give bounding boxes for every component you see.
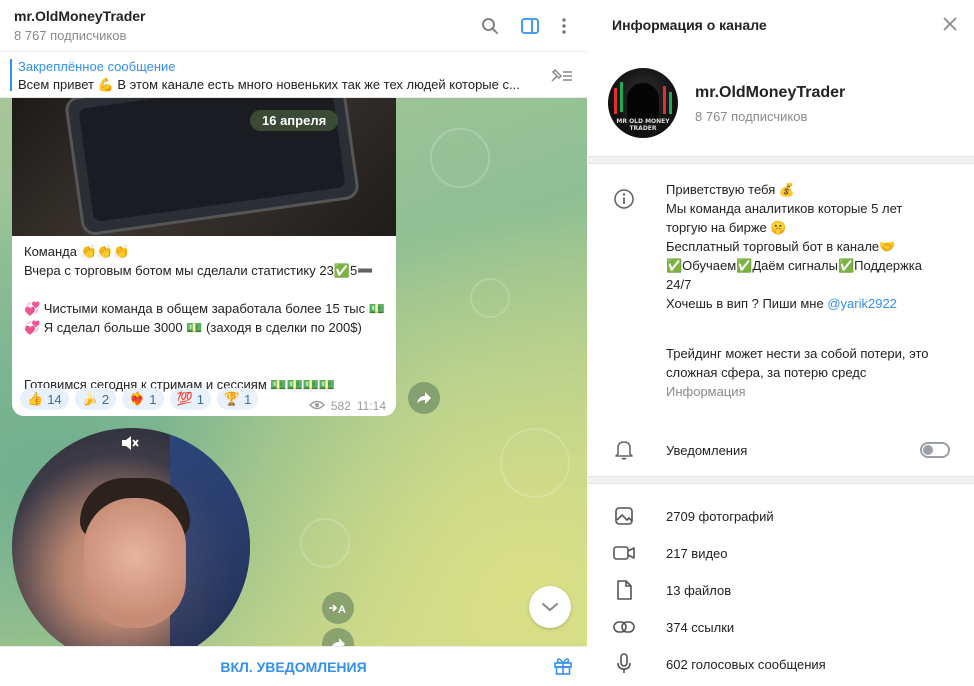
scroll-down-button[interactable] xyxy=(529,586,571,628)
pinned-indicator xyxy=(10,59,12,91)
message-line: 💞 Я сделал больше 3000 💵 (заходя в сделк… xyxy=(24,320,362,335)
chat-pane: mr.OldMoneyTrader 8 767 подписчиков Закр… xyxy=(0,0,587,686)
notifications-toggle[interactable] xyxy=(920,442,950,458)
message-line: Команда 👏👏👏 xyxy=(24,244,130,259)
media-videos-row[interactable]: 217 видео xyxy=(588,534,974,571)
media-files-label: 13 файлов xyxy=(666,583,732,598)
description-line: Трейдинг может нести за собой потери, эт… xyxy=(666,346,929,361)
svg-text:A: A xyxy=(338,604,346,614)
message-meta: 582 11:14 xyxy=(308,399,386,413)
chat-header[interactable]: mr.OldMoneyTrader 8 767 подписчиков xyxy=(0,0,587,52)
description-line: Приветствую тебя 💰 xyxy=(666,182,796,197)
description-line: 24/7 xyxy=(666,277,692,292)
message-text: Команда 👏👏👏 Вчера с торговым ботом мы сд… xyxy=(24,242,389,394)
media-photos-label: 2709 фотографий xyxy=(666,509,774,524)
reaction[interactable]: 🍌 2 xyxy=(74,388,117,410)
media-files-row[interactable]: 13 файлов xyxy=(588,571,974,608)
photo-icon xyxy=(612,504,636,528)
message-line xyxy=(24,337,389,356)
close-icon[interactable] xyxy=(940,14,960,37)
info-header: Информация о канале xyxy=(588,0,974,50)
link-icon xyxy=(612,615,636,639)
media-links-row[interactable]: 374 ссылки xyxy=(588,608,974,645)
description-caption: Информация xyxy=(666,384,746,399)
media-voice-row[interactable]: 602 голосовых сообщения xyxy=(588,645,974,682)
info-title: Информация о канале xyxy=(612,17,767,33)
channel-info-pane: Информация о канале MR OLD MONEY TRADER … xyxy=(588,0,974,686)
sidebar-toggle-icon[interactable] xyxy=(518,14,542,38)
video-forward-button[interactable] xyxy=(322,628,354,646)
vip-contact-link[interactable]: @yarik2922 xyxy=(827,296,897,311)
pinned-list-icon[interactable] xyxy=(549,66,573,87)
date-pill: 16 апреля xyxy=(250,110,339,131)
description-line: Бесплатный торговый бот в канале🤝 xyxy=(666,239,896,254)
avatar-text: MR OLD MONEY TRADER xyxy=(616,118,670,132)
forward-button[interactable] xyxy=(408,382,440,414)
description-line: Хочешь в вип ? Пиши мне @yarik2922 xyxy=(666,296,897,311)
channel-name: mr.OldMoneyTrader xyxy=(695,84,846,101)
gift-icon[interactable] xyxy=(553,656,573,679)
enable-notifications-button[interactable]: ВКЛ. УВЕДОМЛЕНИЯ xyxy=(0,647,587,686)
channel-subscribers: 8 767 подписчиков xyxy=(695,109,808,124)
message-line xyxy=(24,356,389,375)
message-time: 11:14 xyxy=(356,399,386,413)
reactions: 👍 14 🍌 2 ❤️‍🔥 1 💯 1 🏆 1 xyxy=(20,388,259,410)
channel-description: Приветствую тебя 💰 Мы команда аналитиков… xyxy=(666,180,966,401)
section-divider xyxy=(588,476,974,484)
media-links-label: 374 ссылки xyxy=(666,620,735,635)
description-line: торгую на бирже 🤫 xyxy=(666,220,787,235)
media-voice-label: 602 голосовых сообщения xyxy=(666,657,826,672)
video-message[interactable] xyxy=(12,428,250,646)
description-line: Мы команда аналитиков которые 5 лет xyxy=(666,201,903,216)
views-count: 582 xyxy=(330,399,351,413)
reaction[interactable]: 💯 1 xyxy=(169,388,211,410)
more-options-icon[interactable] xyxy=(552,14,576,38)
mute-icon[interactable] xyxy=(120,434,140,455)
reaction[interactable]: ❤️‍🔥 1 xyxy=(122,388,164,410)
file-icon xyxy=(612,578,636,602)
section-divider xyxy=(588,156,974,164)
media-photos-row[interactable]: 2709 фотографий xyxy=(588,497,974,534)
chat-title[interactable]: mr.OldMoneyTrader xyxy=(14,8,145,24)
views-icon xyxy=(308,399,325,413)
info-icon xyxy=(612,187,636,211)
description-line: сложная сфера, за потерю средс xyxy=(666,365,867,380)
video-icon xyxy=(612,541,636,565)
pinned-text: Всем привет 💪 В этом канале есть много н… xyxy=(18,77,520,92)
bottom-bar: ВКЛ. УВЕДОМЛЕНИЯ xyxy=(0,646,587,686)
background-doodle xyxy=(430,128,490,188)
bell-icon xyxy=(612,438,636,462)
notifications-label: Уведомления xyxy=(666,443,748,458)
description-line: ✅Обучаем✅Даём сигналы✅Поддержка xyxy=(666,258,922,273)
message-line xyxy=(24,280,389,299)
chat-background: 16 апреля Команда 👏👏👏 Вчера с торговым б… xyxy=(0,98,587,646)
background-doodle xyxy=(300,518,350,568)
background-doodle xyxy=(470,278,510,318)
reaction[interactable]: 🏆 1 xyxy=(216,388,259,410)
channel-avatar[interactable]: MR OLD MONEY TRADER xyxy=(608,68,678,138)
pinned-message[interactable]: Закреплённое сообщение Всем привет 💪 В э… xyxy=(0,52,587,98)
search-icon[interactable] xyxy=(478,14,502,38)
chat-subscriber-count: 8 767 подписчиков xyxy=(14,28,127,43)
message-photo[interactable]: 16 апреля xyxy=(12,98,396,237)
message-line: Вчера с торговым ботом мы сделали статис… xyxy=(24,263,374,278)
media-videos-label: 217 видео xyxy=(666,546,728,561)
channel-message[interactable]: 16 апреля Команда 👏👏👏 Вчера с торговым б… xyxy=(12,98,396,416)
microphone-icon xyxy=(612,652,636,676)
reaction[interactable]: 👍 14 xyxy=(20,388,69,410)
translate-button[interactable]: A xyxy=(322,592,354,624)
message-line: 💞 Чистыми команда в общем заработала бол… xyxy=(24,301,385,316)
background-doodle xyxy=(500,428,570,498)
pinned-title: Закреплённое сообщение xyxy=(18,59,176,74)
